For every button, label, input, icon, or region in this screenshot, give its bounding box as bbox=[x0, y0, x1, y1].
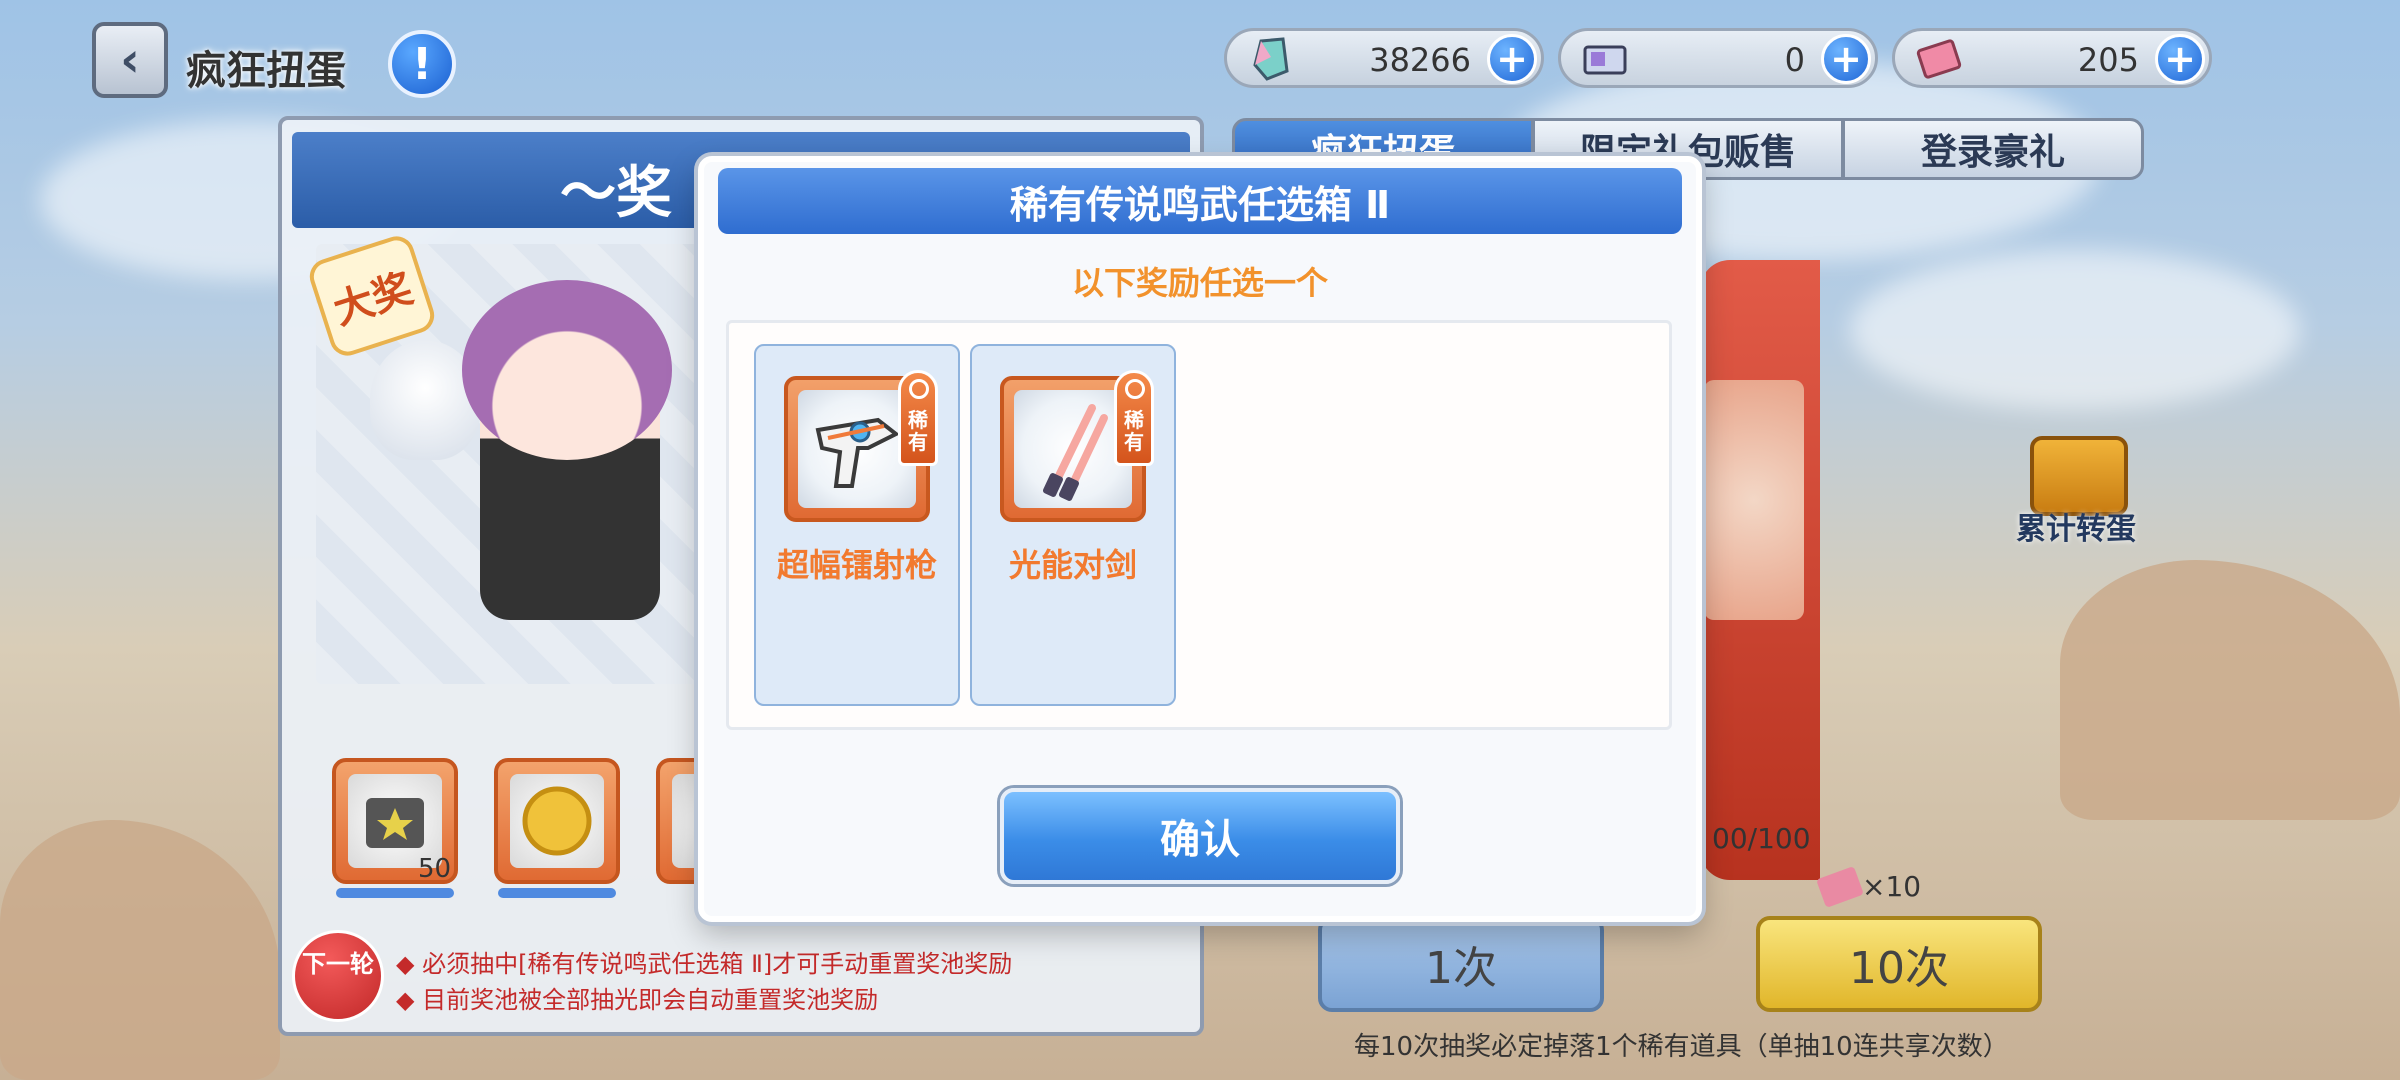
rarity-label: 稀有 bbox=[1124, 408, 1144, 454]
item-icon-frame: 稀有 bbox=[784, 370, 938, 522]
modal-header: 稀有传说鸣武任选箱 Ⅱ bbox=[718, 168, 1682, 234]
modal-title: 稀有传说鸣武任选箱 Ⅱ bbox=[1009, 182, 1391, 227]
seed-icon bbox=[909, 379, 929, 399]
item-name: 光能对剑 bbox=[1008, 546, 1137, 584]
item-name: 超幅镭射枪 bbox=[776, 546, 937, 584]
seed-icon bbox=[1125, 379, 1145, 399]
rarity-label: 稀有 bbox=[908, 408, 928, 454]
item-icon-frame: 稀有 bbox=[1000, 370, 1154, 522]
rarity-tag: 稀有 bbox=[898, 370, 938, 466]
confirm-button[interactable]: 确认 bbox=[1000, 788, 1400, 884]
modal-subtitle: 以下奖励任选一个 bbox=[1071, 264, 1328, 302]
rarity-tag: 稀有 bbox=[1114, 370, 1154, 466]
